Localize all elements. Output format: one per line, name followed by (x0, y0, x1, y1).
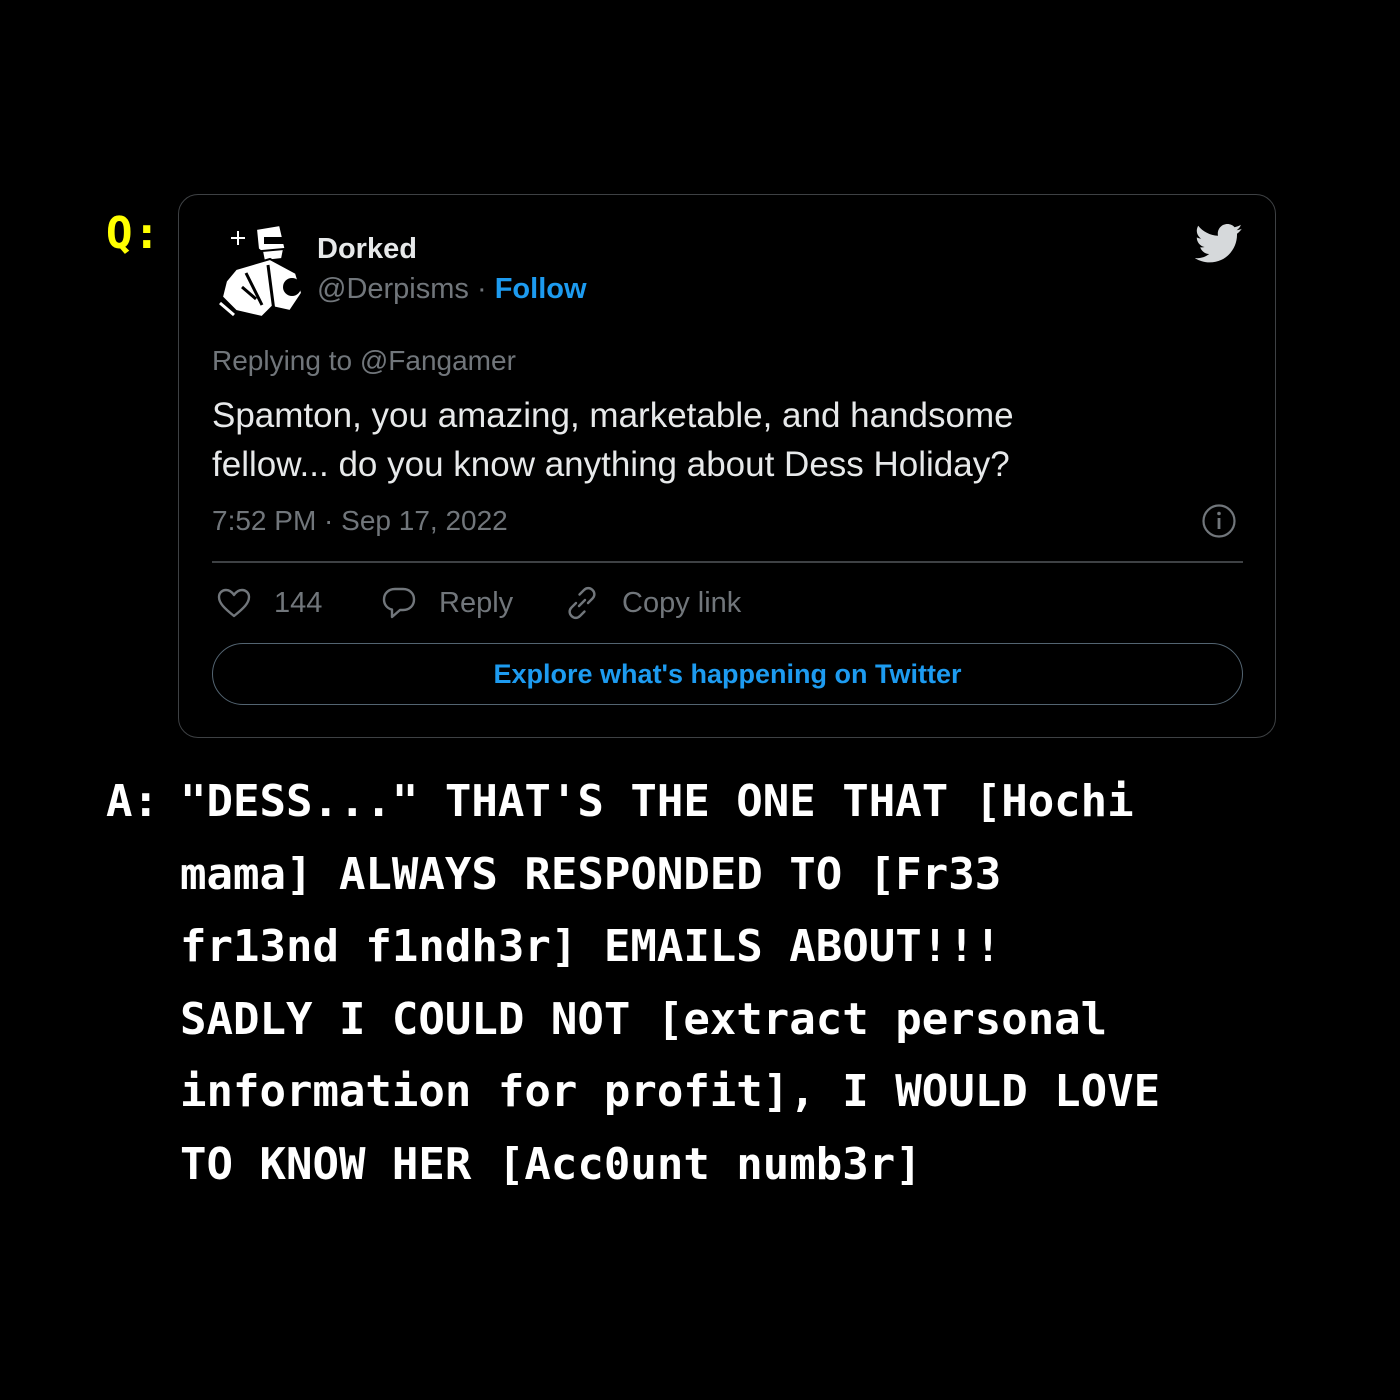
answer-label: A: (106, 776, 159, 827)
question-label: Q: (106, 208, 161, 259)
twitter-bird-icon[interactable] (1195, 223, 1243, 265)
separator-dot: · (476, 273, 487, 305)
follow-button[interactable]: Follow (495, 273, 587, 305)
like-count: 144 (274, 586, 323, 619)
replying-to[interactable]: Replying to @Fangamer (212, 343, 516, 379)
answer-line: "DESS..." THAT'S THE ONE THAT [Hochi (180, 776, 1134, 827)
reply-label: Reply (439, 586, 514, 619)
tweet-text-line: Spamton, you amazing, marketable, and ha… (212, 396, 1014, 435)
tweet-timestamp[interactable]: 7:52 PM · Sep 17, 2022 (212, 503, 508, 539)
answer-line: information for profit], I WOULD LOVE (180, 1066, 1161, 1117)
link-icon (568, 586, 596, 620)
answer-line: SADLY I COULD NOT [extract personal (180, 993, 1108, 1045)
info-icon[interactable] (1201, 503, 1237, 539)
tweet-text-line: fellow... do you know anything about Des… (212, 445, 1010, 484)
embedded-tweet-card[interactable]: Dorked @Derpisms · Follow Replying to @F… (178, 194, 1276, 738)
user-handle[interactable]: @Derpisms (317, 273, 469, 305)
display-name[interactable]: Dorked (317, 231, 417, 267)
handle-row: @Derpisms · Follow (317, 271, 587, 307)
tweet-text: Spamton, you amazing, marketable, and ha… (212, 391, 1222, 489)
user-avatar[interactable] (212, 215, 308, 319)
explore-twitter-button[interactable]: Explore what's happening on Twitter (212, 643, 1243, 705)
copy-link-label: Copy link (622, 586, 742, 619)
reply-button[interactable]: Reply (381, 583, 513, 623)
heart-icon (217, 588, 251, 618)
copy-link-button[interactable]: Copy link (564, 583, 741, 623)
answer-text: "DESS..." THAT'S THE ONE THAT [Hochi mam… (180, 766, 1290, 1201)
answer-line: mama] ALWAYS RESPONDED TO [Fr33 (180, 848, 1002, 900)
like-button[interactable]: 144 (216, 583, 322, 623)
answer-line: TO KNOW HER [Acc0unt numb3r] (180, 1138, 922, 1190)
speech-bubble-icon (382, 587, 416, 619)
answer-line: fr13nd f1ndh3r] EMAILS ABOUT!!! (180, 921, 1002, 972)
divider (212, 561, 1243, 563)
